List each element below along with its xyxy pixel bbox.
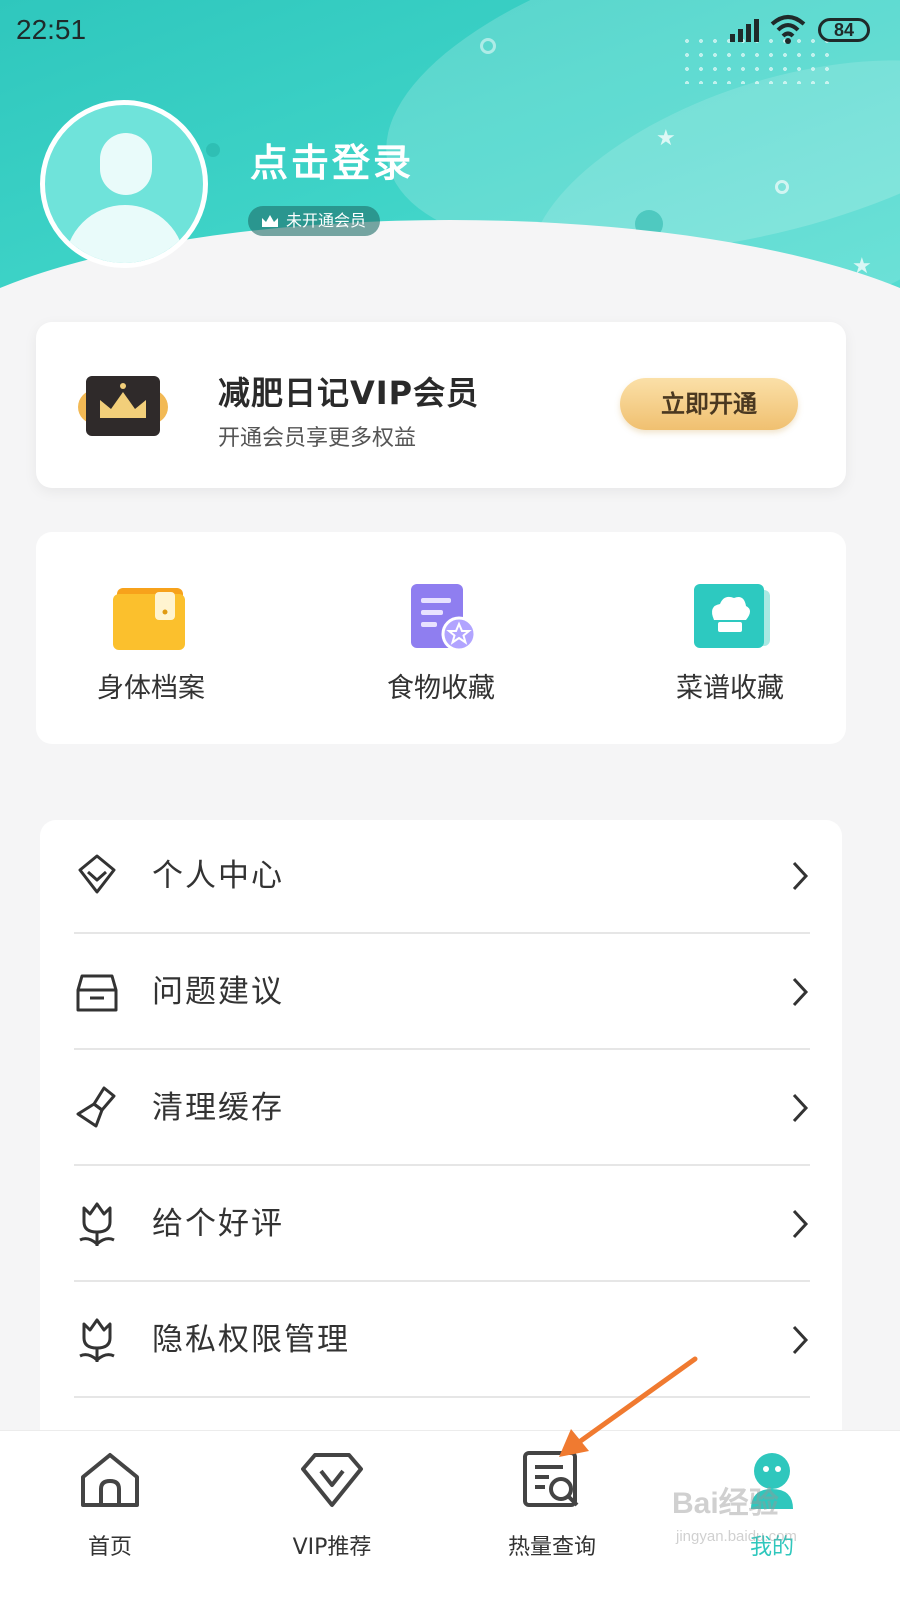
- chevron-right-icon: [792, 861, 809, 891]
- star-icon: ★: [656, 126, 676, 151]
- shortcut-body-profile[interactable]: 身体档案: [51, 582, 251, 722]
- member-status-text: 未开通会员: [286, 211, 367, 230]
- chevron-right-icon: [792, 1093, 809, 1123]
- nav-label: 首页: [87, 1535, 132, 1560]
- tulip-icon: [79, 1318, 115, 1363]
- folder-icon: [113, 588, 185, 650]
- chevron-right-icon: [792, 977, 809, 1007]
- chevron-right-icon: [792, 1325, 809, 1355]
- shortcut-label: 菜谱收藏: [676, 673, 784, 704]
- nav-vip-recommend[interactable]: VIP推荐: [262, 1449, 402, 1561]
- watermark-url: jingyan.baidu.com: [676, 1528, 797, 1545]
- home-icon: [81, 1453, 139, 1507]
- chevron-right-icon: [792, 1209, 809, 1239]
- member-status-badge: 未开通会员: [248, 206, 381, 236]
- watermark-text: Bai经验: [672, 1487, 779, 1520]
- shortcut-label: 食物收藏: [387, 673, 495, 704]
- login-link[interactable]: 点击登录: [250, 132, 414, 187]
- menu-item-personal-center[interactable]: 个人中心: [74, 820, 810, 934]
- vip-title: 减肥日记VIP会员: [218, 374, 480, 412]
- menu-item-label: 个人中心: [152, 858, 284, 894]
- diamond-icon: [78, 854, 116, 894]
- nav-home[interactable]: 首页: [40, 1449, 180, 1561]
- wifi-icon: [770, 15, 806, 44]
- document-star-icon: [411, 584, 477, 652]
- menu-item-label: 隐私权限管理: [152, 1322, 350, 1358]
- menu-item-clear-cache[interactable]: 清理缓存: [74, 1052, 810, 1166]
- vip-activate-button[interactable]: 立即开通: [620, 378, 798, 430]
- avatar-head: [100, 133, 152, 195]
- battery-indicator: 84: [818, 18, 870, 42]
- nav-label: VIP推荐: [292, 1535, 372, 1560]
- settings-menu: 个人中心 问题建议 清理缓存 给个好评 隐私权限管理: [40, 820, 842, 1460]
- nav-calorie-query[interactable]: 热量查询: [482, 1449, 622, 1561]
- vip-subtitle: 开通会员享更多权益: [218, 426, 417, 451]
- chef-hat-icon: [694, 584, 770, 648]
- vip-card[interactable]: 减肥日记VIP会员 开通会员享更多权益 立即开通: [36, 322, 846, 488]
- menu-item-rate-app[interactable]: 给个好评: [74, 1168, 810, 1282]
- annotation-arrow-icon: [559, 1356, 698, 1457]
- shortcuts-panel: 身体档案 食物收藏 菜谱收藏: [36, 532, 846, 744]
- nav-label: 热量查询: [507, 1535, 596, 1560]
- menu-item-label: 问题建议: [152, 974, 284, 1010]
- menu-item-feedback[interactable]: 问题建议: [74, 936, 810, 1050]
- brush-icon: [76, 1086, 116, 1128]
- shortcut-recipe-favorites[interactable]: 菜谱收藏: [630, 582, 830, 722]
- avatar-body: [65, 205, 185, 263]
- vip-crown-icon: [78, 376, 168, 436]
- status-time: 22:51: [16, 14, 87, 45]
- vip-icon: [301, 1453, 363, 1507]
- shortcut-food-favorites[interactable]: 食物收藏: [341, 582, 541, 722]
- status-bar: 22:51 84: [0, 0, 900, 60]
- signal-icon: [730, 19, 759, 42]
- decorative-bubble: [775, 180, 789, 194]
- tulip-icon: [79, 1202, 115, 1247]
- avatar[interactable]: [40, 100, 208, 268]
- crown-icon: [262, 215, 278, 227]
- inbox-icon: [76, 974, 118, 1012]
- decorative-bubble: [206, 143, 220, 157]
- menu-item-label: 给个好评: [152, 1206, 284, 1242]
- shortcut-label: 身体档案: [97, 673, 205, 704]
- menu-item-label: 清理缓存: [152, 1090, 284, 1126]
